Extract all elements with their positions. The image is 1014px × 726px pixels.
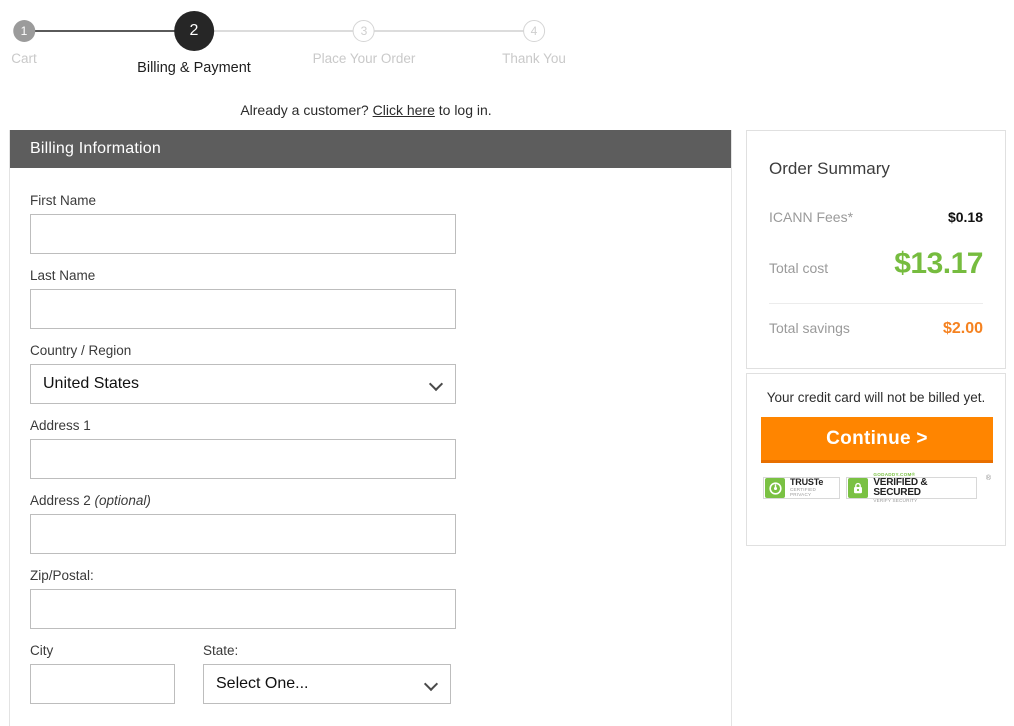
icann-fees-label: ICANN Fees* bbox=[769, 209, 854, 225]
address-1-input[interactable] bbox=[30, 439, 456, 479]
continue-button[interactable]: Continue > bbox=[761, 417, 993, 463]
field-city: City bbox=[30, 643, 175, 704]
summary-row-icann-fees: ICANN Fees* $0.18 bbox=[769, 209, 983, 225]
city-input[interactable] bbox=[30, 664, 175, 704]
progress-step-cart[interactable]: 1 Cart bbox=[11, 0, 37, 66]
city-label: City bbox=[30, 643, 54, 658]
truste-swirl-icon bbox=[765, 478, 785, 498]
state-label: State: bbox=[203, 643, 239, 658]
state-value: Select One... bbox=[203, 664, 451, 704]
total-cost-label: Total cost bbox=[769, 260, 829, 276]
field-state: State: Select One... bbox=[203, 643, 451, 704]
login-prompt: Already a customer? Click here to log in… bbox=[0, 102, 1014, 118]
truste-badge-text: TRUSTe CERTIFIED PRIVACY bbox=[786, 478, 839, 497]
login-prompt-before: Already a customer? bbox=[240, 102, 373, 118]
last-name-label: Last Name bbox=[30, 268, 96, 283]
address-2-label-text: Address 2 bbox=[30, 493, 95, 508]
billing-information-title: Billing Information bbox=[10, 130, 731, 168]
progress-step-billing-payment[interactable]: 2 Billing & Payment bbox=[137, 0, 251, 76]
address-2-input[interactable] bbox=[30, 514, 456, 554]
address-2-label: Address 2 (optional) bbox=[30, 493, 711, 508]
godaddy-badge-text: GODADDY.COM® VERIFIED & SECURED VERIFY S… bbox=[869, 472, 976, 503]
truste-badge[interactable]: TRUSTe CERTIFIED PRIVACY bbox=[763, 477, 841, 499]
field-country-region: Country / Region United States bbox=[30, 343, 711, 404]
step-label-cart: Cart bbox=[11, 51, 37, 66]
order-summary-title: Order Summary bbox=[769, 159, 890, 178]
address-2-optional-text: (optional) bbox=[94, 493, 151, 508]
godaddy-verified-badge[interactable]: GODADDY.COM® VERIFIED & SECURED VERIFY S… bbox=[846, 472, 977, 502]
summary-row-total-cost: Total cost $13.17 bbox=[769, 247, 983, 281]
icann-fees-value: $0.18 bbox=[947, 209, 983, 225]
field-last-name: Last Name bbox=[30, 268, 711, 329]
order-sidebar: Order Summary ICANN Fees* $0.18 Total co… bbox=[746, 130, 1006, 546]
field-address-1: Address 1 bbox=[30, 418, 711, 479]
address-1-label: Address 1 bbox=[30, 418, 91, 433]
zip-postal-label: Zip/Postal: bbox=[30, 568, 94, 583]
zip-postal-input[interactable] bbox=[30, 589, 456, 629]
trust-badges: TRUSTe CERTIFIED PRIVACY GODADDY.COM® VE… bbox=[761, 472, 991, 502]
step-number-4: 4 bbox=[523, 20, 545, 42]
field-first-name: First Name bbox=[30, 193, 711, 254]
checkout-card: Your credit card will not be billed yet.… bbox=[746, 373, 1006, 546]
registered-trademark-icon: ® bbox=[985, 475, 991, 482]
city-state-row: City State: Select One... bbox=[30, 643, 711, 718]
summary-divider bbox=[769, 303, 983, 304]
total-cost-value: $13.17 bbox=[894, 247, 983, 280]
progress-step-thank-you[interactable]: 4 Thank You bbox=[502, 0, 566, 66]
step-number-2: 2 bbox=[173, 11, 214, 51]
total-savings-value: $2.00 bbox=[942, 320, 983, 337]
step-label-place-your-order: Place Your Order bbox=[312, 51, 416, 66]
truste-badge-subtitle: CERTIFIED PRIVACY bbox=[790, 487, 816, 497]
login-prompt-after: to log in. bbox=[434, 102, 492, 118]
step-number-3: 3 bbox=[353, 20, 375, 42]
state-select[interactable]: Select One... bbox=[203, 664, 451, 704]
login-link[interactable]: Click here bbox=[373, 102, 435, 118]
checkout-progress-bar: 1 Cart 2 Billing & Payment 3 Place Your … bbox=[0, 0, 1014, 92]
truste-badge-title: TRUSTe bbox=[790, 477, 824, 488]
country-region-value: United States bbox=[30, 364, 456, 404]
billing-form: First Name Last Name Country / Region Un… bbox=[10, 168, 731, 718]
lock-icon bbox=[848, 478, 869, 498]
last-name-input[interactable] bbox=[30, 289, 456, 329]
first-name-label: First Name bbox=[30, 193, 97, 208]
total-savings-label: Total savings bbox=[769, 320, 850, 336]
checkout-content: Billing Information First Name Last Name… bbox=[0, 130, 1014, 726]
order-summary-card: Order Summary ICANN Fees* $0.18 Total co… bbox=[746, 130, 1006, 369]
credit-card-note: Your credit card will not be billed yet. bbox=[766, 390, 986, 405]
godaddy-badge-title: VERIFIED & SECURED bbox=[873, 476, 928, 498]
step-number-1: 1 bbox=[12, 20, 35, 42]
godaddy-badge-subtitle: VERIFY SECURITY bbox=[873, 497, 918, 503]
billing-information-panel: Billing Information First Name Last Name… bbox=[9, 130, 732, 726]
country-region-select[interactable]: United States bbox=[30, 364, 456, 404]
summary-row-total-savings: Total savings $2.00 bbox=[769, 320, 983, 338]
field-zip-postal: Zip/Postal: bbox=[30, 568, 711, 629]
step-label-thank-you: Thank You bbox=[502, 51, 566, 66]
country-region-label: Country / Region bbox=[30, 343, 132, 358]
progress-step-place-your-order[interactable]: 3 Place Your Order bbox=[312, 0, 416, 66]
field-address-2: Address 2 (optional) bbox=[30, 493, 711, 554]
step-label-billing-payment: Billing & Payment bbox=[137, 60, 251, 76]
first-name-input[interactable] bbox=[30, 214, 456, 254]
